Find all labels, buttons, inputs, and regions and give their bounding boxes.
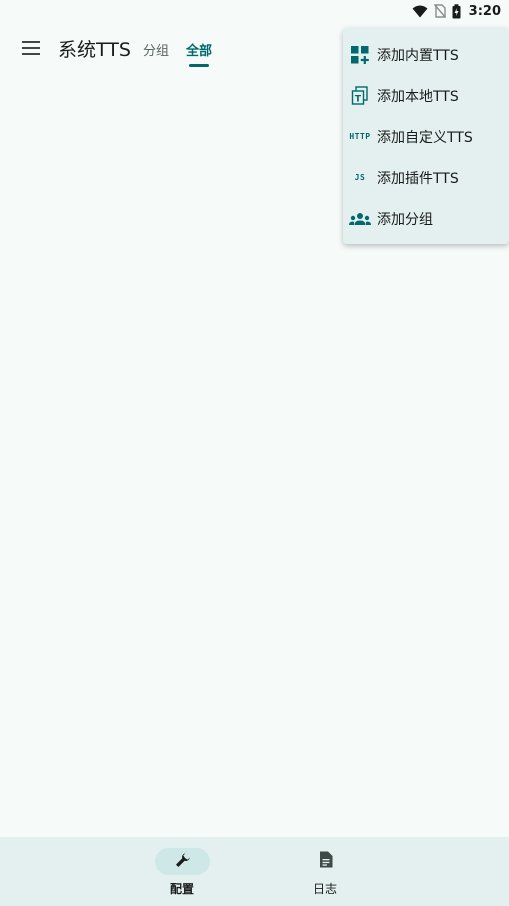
menu-item-label: 添加插件TTS bbox=[377, 170, 459, 187]
nav-item-config[interactable]: 配置 bbox=[132, 837, 232, 906]
file-copy-text-icon: T bbox=[349, 85, 371, 107]
menu-item-add-group[interactable]: 添加分组 bbox=[343, 198, 509, 239]
menu-item-add-builtin-tts[interactable]: 添加内置TTS bbox=[343, 34, 509, 75]
menu-item-add-local-tts[interactable]: T 添加本地TTS bbox=[343, 75, 509, 116]
tab-all[interactable]: 全部 bbox=[186, 40, 212, 59]
nav-label-config: 配置 bbox=[169, 882, 194, 896]
status-bar: 3:20 bbox=[0, 0, 509, 22]
nav-selected-indicator bbox=[155, 848, 210, 875]
nav-item-log[interactable]: 日志 bbox=[275, 837, 375, 906]
javascript-icon: JS bbox=[354, 173, 366, 182]
menu-item-add-plugin-tts[interactable]: JS 添加插件TTS bbox=[343, 157, 509, 198]
no-sim-icon bbox=[433, 4, 446, 18]
add-dropdown-menu: 添加内置TTS T 添加本地TTS HTTP 添加自定义TTS JS 添加插件T… bbox=[343, 28, 509, 244]
hamburger-menu-icon[interactable] bbox=[16, 34, 46, 62]
menu-item-label: 添加本地TTS bbox=[377, 88, 459, 105]
tab-group[interactable]: 分组 bbox=[143, 40, 169, 59]
status-time: 3:20 bbox=[468, 3, 501, 19]
groups-icon bbox=[349, 208, 371, 230]
wifi-icon bbox=[412, 5, 428, 18]
battery-charging-icon bbox=[452, 3, 461, 19]
bottom-navigation: 配置 日志 bbox=[0, 837, 509, 906]
http-icon: HTTP bbox=[349, 132, 371, 141]
document-icon bbox=[319, 851, 333, 872]
menu-item-add-custom-tts[interactable]: HTTP 添加自定义TTS bbox=[343, 116, 509, 157]
dashboard-add-icon bbox=[349, 44, 371, 66]
menu-item-label: 添加内置TTS bbox=[377, 47, 459, 64]
svg-text:T: T bbox=[355, 94, 362, 104]
menu-item-label: 添加分组 bbox=[377, 211, 433, 228]
page-title: 系统TTS bbox=[58, 39, 131, 61]
nav-label-log: 日志 bbox=[312, 882, 337, 896]
wrench-icon bbox=[175, 852, 191, 872]
tab-indicator bbox=[189, 64, 209, 67]
menu-item-label: 添加自定义TTS bbox=[377, 129, 473, 146]
